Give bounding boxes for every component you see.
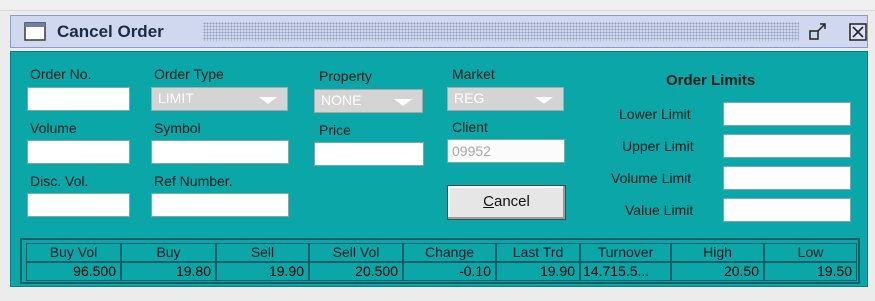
order-no-input[interactable]: [27, 87, 130, 111]
quote-header-change: Change: [403, 243, 496, 262]
disc-vol-label: Disc. Vol.: [30, 173, 89, 189]
quote-header-buy-vol: Buy Vol: [26, 243, 121, 262]
quote-header-row: Buy Vol Buy Sell Sell Vol Change Last Tr…: [26, 243, 857, 262]
symbol-input[interactable]: [151, 140, 289, 164]
ref-number-input[interactable]: [151, 193, 289, 217]
upper-limit-input[interactable]: [723, 134, 851, 158]
order-type-label: Order Type: [154, 66, 224, 82]
chevron-down-icon: [535, 97, 553, 104]
quote-value-buy-vol: 96.500: [26, 262, 121, 281]
quote-value-turnover: 14.715.5...: [580, 262, 671, 281]
client-label: Client: [452, 119, 488, 135]
quote-header-sell-vol: Sell Vol: [309, 243, 403, 262]
property-label: Property: [319, 68, 372, 84]
quote-header-last-trd: Last Trd: [496, 243, 580, 262]
volume-limit-label: Volume Limit: [611, 170, 692, 186]
value-limit-input[interactable]: [723, 198, 851, 222]
quote-value-buy: 19.80: [121, 262, 216, 281]
window-title: Cancel Order: [57, 22, 164, 41]
quote-value-last-trd: 19.90: [496, 262, 580, 281]
quote-header-low: Low: [764, 243, 857, 262]
window-icon: [24, 22, 46, 41]
close-icon[interactable]: [847, 21, 869, 43]
quote-value-row: 96.500 19.80 19.90 20.500 -0.10 19.90 14…: [26, 262, 857, 281]
quote-value-change: -0.10: [403, 262, 496, 281]
volume-limit-input[interactable]: [723, 166, 851, 190]
ref-number-label: Ref Number.: [154, 173, 233, 189]
quote-value-low: 19.50: [764, 262, 857, 281]
quote-header-buy: Buy: [121, 243, 216, 262]
market-label: Market: [452, 66, 495, 82]
order-type-value: LIMIT: [158, 90, 194, 106]
quote-value-sell: 19.90: [216, 262, 309, 281]
quote-header-sell: Sell: [216, 243, 309, 262]
cancel-button-mnemonic: C: [483, 193, 494, 210]
order-type-select[interactable]: LIMIT: [151, 87, 288, 111]
title-bar-pattern: [203, 22, 799, 41]
cancel-order-window: Cancel Order Order No. Volume Disc. Vol.…: [0, 0, 875, 301]
cancel-button-label: ancel: [493, 193, 530, 210]
quote-value-sell-vol: 20.500: [309, 262, 403, 281]
order-panel: Order No. Volume Disc. Vol. Order Type L…: [10, 51, 868, 287]
market-select[interactable]: REG: [447, 87, 564, 111]
order-no-label: Order No.: [30, 66, 92, 82]
title-bar[interactable]: Cancel Order: [10, 15, 868, 48]
price-label: Price: [319, 122, 351, 138]
quote-header-high: High: [671, 243, 764, 262]
disc-vol-input[interactable]: [27, 193, 130, 217]
lower-limit-input[interactable]: [723, 102, 851, 126]
restore-icon[interactable]: [807, 21, 829, 43]
chevron-down-icon: [394, 99, 412, 106]
upper-limit-label: Upper Limit: [622, 138, 694, 154]
order-limits-heading: Order Limits: [666, 72, 756, 89]
top-strip: [0, 0, 875, 11]
market-quote-strip: Buy Vol Buy Sell Sell Vol Change Last Tr…: [20, 238, 860, 284]
property-value: NONE: [321, 92, 362, 108]
client-input[interactable]: [447, 139, 565, 163]
chevron-down-icon: [259, 97, 277, 104]
lower-limit-label: Lower Limit: [619, 106, 691, 122]
quote-value-high: 20.50: [671, 262, 764, 281]
cancel-button[interactable]: Cancel: [447, 185, 566, 220]
volume-label: Volume: [30, 120, 77, 136]
quote-header-turnover: Turnover: [580, 243, 671, 262]
price-input[interactable]: [314, 142, 424, 166]
property-select[interactable]: NONE: [314, 89, 423, 113]
value-limit-label: Value Limit: [625, 202, 694, 218]
volume-input[interactable]: [27, 140, 130, 164]
symbol-label: Symbol: [154, 120, 201, 136]
market-value: REG: [454, 90, 485, 106]
